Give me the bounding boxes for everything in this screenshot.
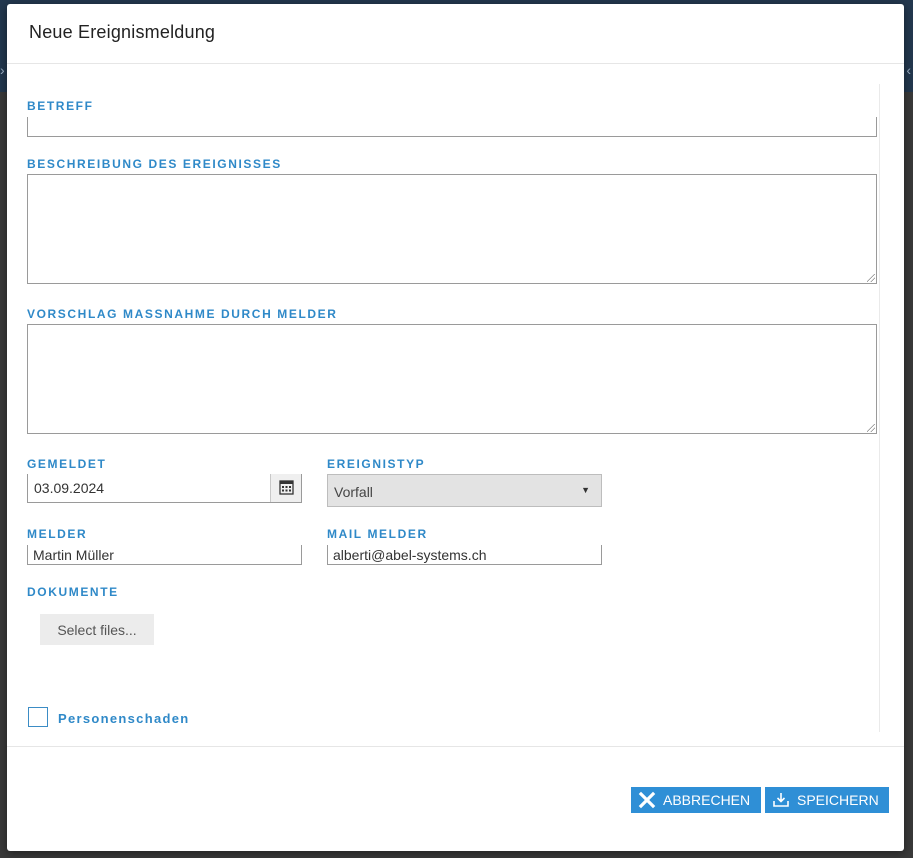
melder-field[interactable]: [27, 545, 302, 565]
vorschlag-field[interactable]: [27, 324, 877, 434]
personenschaden-checkbox[interactable]: [28, 707, 48, 727]
calendar-icon: [279, 480, 294, 495]
gemeldet-value[interactable]: 03.09.2024: [34, 480, 104, 496]
melder-input[interactable]: [28, 545, 301, 564]
dialog-body: Betreff Beschreibung des Ereignisses Vor…: [7, 64, 904, 746]
background-left-fragment: ›: [0, 62, 5, 78]
save-button-label: SPEICHERN: [797, 792, 879, 808]
ereignistyp-select[interactable]: Vorfall ▼: [327, 474, 602, 507]
vorschlag-label: Vorschlag Massnahme durch Melder: [27, 307, 338, 321]
download-icon: [771, 790, 791, 810]
melder-label: Melder: [27, 527, 88, 541]
caret-down-icon: ▼: [581, 485, 590, 495]
vorschlag-textarea[interactable]: [28, 325, 876, 433]
resize-grip-icon[interactable]: [867, 424, 875, 432]
dokumente-label: Dokumente: [27, 585, 119, 599]
personenschaden-label[interactable]: Personenschaden: [58, 711, 190, 726]
dialog-footer: ABBRECHEN SPEICHERN: [7, 746, 904, 851]
select-files-button[interactable]: Select files...: [40, 614, 154, 645]
beschreibung-label: Beschreibung des Ereignisses: [27, 157, 282, 171]
cancel-button-label: ABBRECHEN: [663, 792, 751, 808]
beschreibung-textarea[interactable]: [28, 175, 876, 283]
betreff-label: Betreff: [27, 99, 94, 113]
resize-grip-icon[interactable]: [867, 274, 875, 282]
scroll-rail[interactable]: [879, 84, 880, 732]
save-button[interactable]: SPEICHERN: [765, 787, 889, 813]
gemeldet-label: Gemeldet: [27, 457, 107, 471]
betreff-field[interactable]: [27, 117, 877, 137]
ereignistyp-label: Ereignistyp: [327, 457, 426, 471]
betreff-input[interactable]: [28, 117, 876, 136]
mail-melder-field[interactable]: [327, 545, 602, 565]
dialog-header: Neue Ereignismeldung: [7, 4, 904, 64]
cancel-button[interactable]: ABBRECHEN: [631, 787, 761, 813]
calendar-button[interactable]: [270, 474, 301, 502]
close-icon: [637, 790, 657, 810]
mail-melder-label: Mail Melder: [327, 527, 428, 541]
mail-melder-input[interactable]: [328, 545, 601, 564]
background-right-fragment: ‹: [906, 62, 911, 78]
event-report-dialog: Neue Ereignismeldung Betreff Beschreibun…: [7, 4, 904, 851]
ereignistyp-value: Vorfall: [334, 484, 373, 500]
dialog-title: Neue Ereignismeldung: [29, 22, 216, 42]
gemeldet-datepicker[interactable]: 03.09.2024: [27, 474, 302, 503]
beschreibung-field[interactable]: [27, 174, 877, 284]
